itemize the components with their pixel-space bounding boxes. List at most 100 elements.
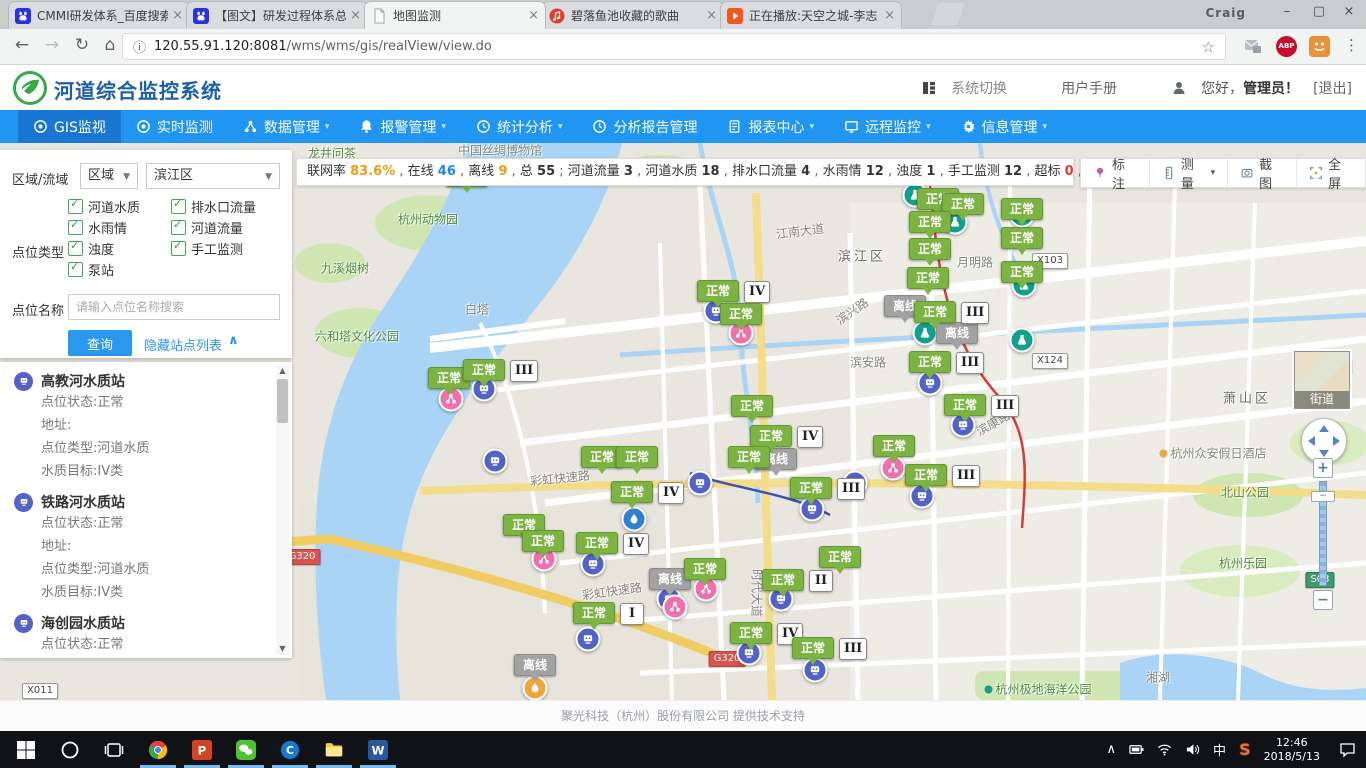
user-manual-link[interactable]: 用户手册 [1061, 78, 1117, 98]
tab-close-icon[interactable]: × [884, 9, 895, 22]
normal-marker[interactable]: 正常 [909, 211, 951, 233]
pan-right-icon[interactable] [1333, 436, 1340, 446]
sogou-input-icon[interactable]: S [1239, 740, 1251, 759]
tray-chevron-up-icon[interactable]: ∧ [1107, 742, 1117, 757]
checkbox-checked-icon[interactable] [68, 199, 83, 214]
normal-marker[interactable]: 正常 [611, 481, 653, 503]
mail-extension-icon[interactable] [1243, 36, 1264, 57]
browser-tab[interactable]: CMMI研发体系_百度搜索× [8, 1, 190, 29]
checkbox-浊度[interactable]: 浊度 [68, 238, 171, 259]
tab-close-icon[interactable]: × [706, 9, 717, 22]
taskbar-start-icon[interactable] [4, 731, 48, 768]
checkbox-checked-icon[interactable] [171, 241, 186, 256]
normal-marker[interactable]: 正常 [616, 446, 658, 468]
nav-item-远程监控[interactable]: 远程监控▾ [829, 110, 946, 143]
normal-marker[interactable]: 正常 [728, 446, 770, 468]
wifi-icon[interactable] [1157, 742, 1172, 757]
action-center-icon[interactable] [1339, 741, 1356, 758]
nav-item-分析报告管理[interactable]: 分析报告管理 [577, 110, 712, 143]
tab-close-icon[interactable]: × [350, 9, 361, 22]
checkbox-泵站[interactable]: 泵站 [68, 259, 171, 280]
window-maximize-button[interactable]: ▢ [1304, 0, 1334, 26]
browser-profile-name[interactable]: Craig [1205, 6, 1246, 20]
taskbar-powerpoint-icon[interactable]: P [180, 731, 224, 768]
checkbox-checked-icon[interactable] [171, 220, 186, 235]
normal-marker[interactable]: 正常 [697, 280, 739, 302]
baidu-extension-icon[interactable] [1309, 36, 1330, 57]
taskbar-wechat-icon[interactable] [224, 731, 268, 768]
taskbar-cortana-icon[interactable] [48, 731, 92, 768]
normal-marker[interactable]: 正常 [909, 351, 951, 373]
normal-marker[interactable]: 正常 [762, 569, 804, 591]
nav-item-信息管理[interactable]: 信息管理▾ [946, 110, 1063, 143]
page-info-icon[interactable]: ⓘ [133, 37, 146, 56]
normal-marker[interactable]: 正常 [750, 425, 792, 447]
browser-menu-icon[interactable]: ⋮ [1344, 36, 1359, 54]
tab-close-icon[interactable]: × [528, 9, 539, 22]
station-list-scrollbar[interactable]: ▲ ▼ [276, 365, 289, 655]
taskbar-word-icon[interactable]: W [356, 731, 400, 768]
scroll-down-icon[interactable]: ▼ [276, 643, 289, 655]
station-list-item[interactable]: 海创园水质站点位状态:正常 [0, 604, 292, 656]
nav-item-报警管理[interactable]: 报警管理▾ [344, 110, 461, 143]
normal-marker[interactable]: 正常 [819, 546, 861, 568]
pan-left-icon[interactable] [1308, 436, 1315, 446]
normal-marker[interactable]: 正常 [944, 394, 986, 416]
window-close-button[interactable]: × [1334, 0, 1364, 26]
checkbox-checked-icon[interactable] [171, 199, 186, 214]
station-list-item[interactable]: 铁路河水质站点位状态:正常地址:点位类型:河道水质水质目标:IV类 [0, 483, 292, 604]
normal-marker[interactable]: 正常 [573, 602, 615, 624]
normal-marker[interactable]: 正常 [731, 395, 773, 417]
pan-up-icon[interactable] [1319, 425, 1329, 432]
checkbox-河道流量[interactable]: 河道流量 [171, 217, 274, 238]
new-tab-button[interactable] [931, 3, 964, 25]
map-toolbar-全屏[interactable]: 全屏 [1296, 159, 1365, 187]
normal-marker[interactable]: 正常 [1001, 261, 1043, 283]
zoom-in-button[interactable]: + [1313, 458, 1333, 478]
normal-marker[interactable]: 正常 [720, 303, 762, 325]
taskbar-explorer-icon[interactable] [312, 731, 356, 768]
home-button[interactable]: ⌂ [98, 35, 122, 55]
hide-station-list-link[interactable]: 隐藏站点列表 [144, 335, 222, 354]
tab-close-icon[interactable]: × [172, 9, 183, 22]
ime-indicator[interactable]: 中 [1213, 740, 1226, 759]
offline-marker[interactable]: 离线 [936, 322, 978, 344]
station-list-item[interactable]: 高教河水质站点位状态:正常地址:点位类型:河道水质水质目标:IV类 [0, 362, 292, 483]
scrollbar-thumb[interactable] [277, 379, 288, 423]
normal-marker[interactable]: 正常 [907, 267, 949, 289]
normal-marker[interactable]: 正常 [914, 301, 956, 323]
normal-marker[interactable]: 正常 [873, 435, 915, 457]
scroll-up-icon[interactable]: ▲ [276, 365, 289, 377]
nav-item-报表中心[interactable]: 报表中心▾ [712, 110, 829, 143]
hide-list-chevron-icon[interactable]: ∧ [228, 333, 239, 348]
point-name-input[interactable] [68, 294, 280, 320]
window-minimize-button[interactable]: – [1272, 0, 1302, 26]
browser-tab[interactable]: 地图监测× [364, 1, 546, 29]
wq-station-icon[interactable] [688, 471, 713, 496]
reload-button[interactable]: ↻ [70, 35, 94, 55]
bookmark-star-icon[interactable]: ☆ [1202, 38, 1215, 56]
map-toolbar-截图[interactable]: 截图 [1227, 159, 1296, 187]
browser-tab[interactable]: 正在播放:天空之城-李志× [720, 1, 902, 29]
region-type-select[interactable]: 区域▼ [80, 163, 138, 189]
checkbox-水雨情[interactable]: 水雨情 [68, 217, 171, 238]
normal-marker[interactable]: 正常 [463, 359, 505, 381]
checkbox-河道水质[interactable]: 河道水质 [68, 196, 171, 217]
street-view-control[interactable]: 街道 [1294, 351, 1350, 409]
volume-icon[interactable] [1185, 742, 1200, 757]
nav-item-实时监测[interactable]: 实时监测 [121, 110, 228, 143]
region-select[interactable]: 滨江区▼ [146, 163, 280, 189]
taskbar-clock[interactable]: 12:46 2018/5/13 [1264, 736, 1320, 764]
normal-marker[interactable]: 正常 [1001, 227, 1043, 249]
normal-marker[interactable]: 正常 [684, 558, 726, 580]
wq-station-icon[interactable] [483, 449, 508, 474]
logout-link[interactable]: [退出] [1313, 78, 1352, 98]
nav-item-GIS监视[interactable]: GIS监视 [18, 110, 121, 143]
normal-marker[interactable]: 正常 [522, 530, 564, 552]
system-switch-link[interactable]: 系统切换 [951, 78, 1007, 98]
taskbar-cajviewer-icon[interactable]: C [268, 731, 312, 768]
normal-marker[interactable]: 正常 [730, 622, 772, 644]
checkbox-排水口流量[interactable]: 排水口流量 [171, 196, 274, 217]
normal-marker[interactable]: 正常 [576, 532, 618, 554]
map-toolbar-测量[interactable]: 测量▾ [1149, 159, 1227, 187]
